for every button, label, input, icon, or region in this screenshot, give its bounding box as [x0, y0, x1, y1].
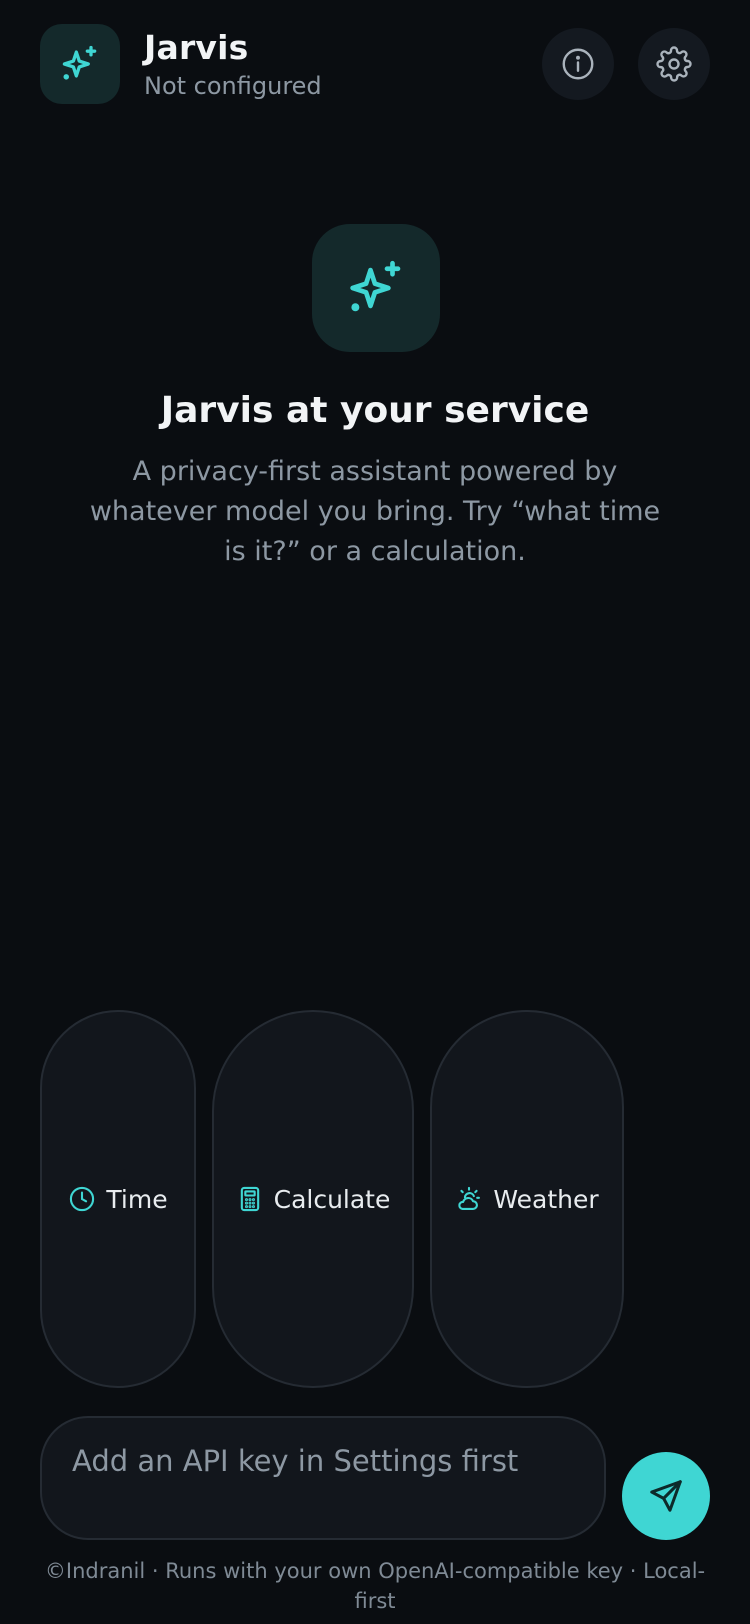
send-icon — [650, 1480, 682, 1512]
app-root: Jarvis Not configured Jarvis at your ser… — [0, 0, 750, 1624]
sparkles-icon — [350, 260, 401, 312]
hero-icon-tile — [312, 224, 440, 352]
chip-label: Weather — [493, 1184, 599, 1214]
gear-icon — [656, 46, 692, 82]
chip-label: Calculate — [273, 1184, 391, 1214]
chip-content: Calculate — [236, 1184, 391, 1214]
info-icon — [562, 48, 594, 80]
calculator-icon — [240, 1186, 259, 1212]
chip-label: Time — [106, 1184, 168, 1214]
info-button[interactable] — [542, 28, 614, 100]
footer-text: ©Indranil · Runs with your own OpenAI-co… — [44, 1559, 706, 1613]
app-title: Jarvis — [144, 28, 249, 67]
suggestion-chip-time[interactable]: Time — [40, 1010, 196, 1388]
sparkles-icon — [62, 45, 97, 80]
app-logo — [40, 24, 120, 104]
send-button[interactable] — [622, 1452, 710, 1540]
message-input[interactable] — [72, 1444, 572, 1478]
suggestion-chip-weather[interactable]: Weather — [430, 1010, 624, 1388]
chip-content: Time — [68, 1184, 168, 1214]
message-composer — [40, 1416, 606, 1540]
header: Jarvis Not configured — [0, 0, 750, 130]
hero-description: A privacy-first assistant powered by wha… — [89, 456, 661, 567]
settings-button[interactable] — [638, 28, 710, 100]
suggestion-chip-calculate[interactable]: Calculate — [212, 1010, 414, 1388]
config-status: Not configured — [144, 72, 322, 100]
clock-icon — [70, 1186, 95, 1212]
chip-content: Weather — [455, 1184, 599, 1214]
hero-title: Jarvis at your service — [160, 390, 590, 431]
weather-icon — [458, 1186, 481, 1210]
